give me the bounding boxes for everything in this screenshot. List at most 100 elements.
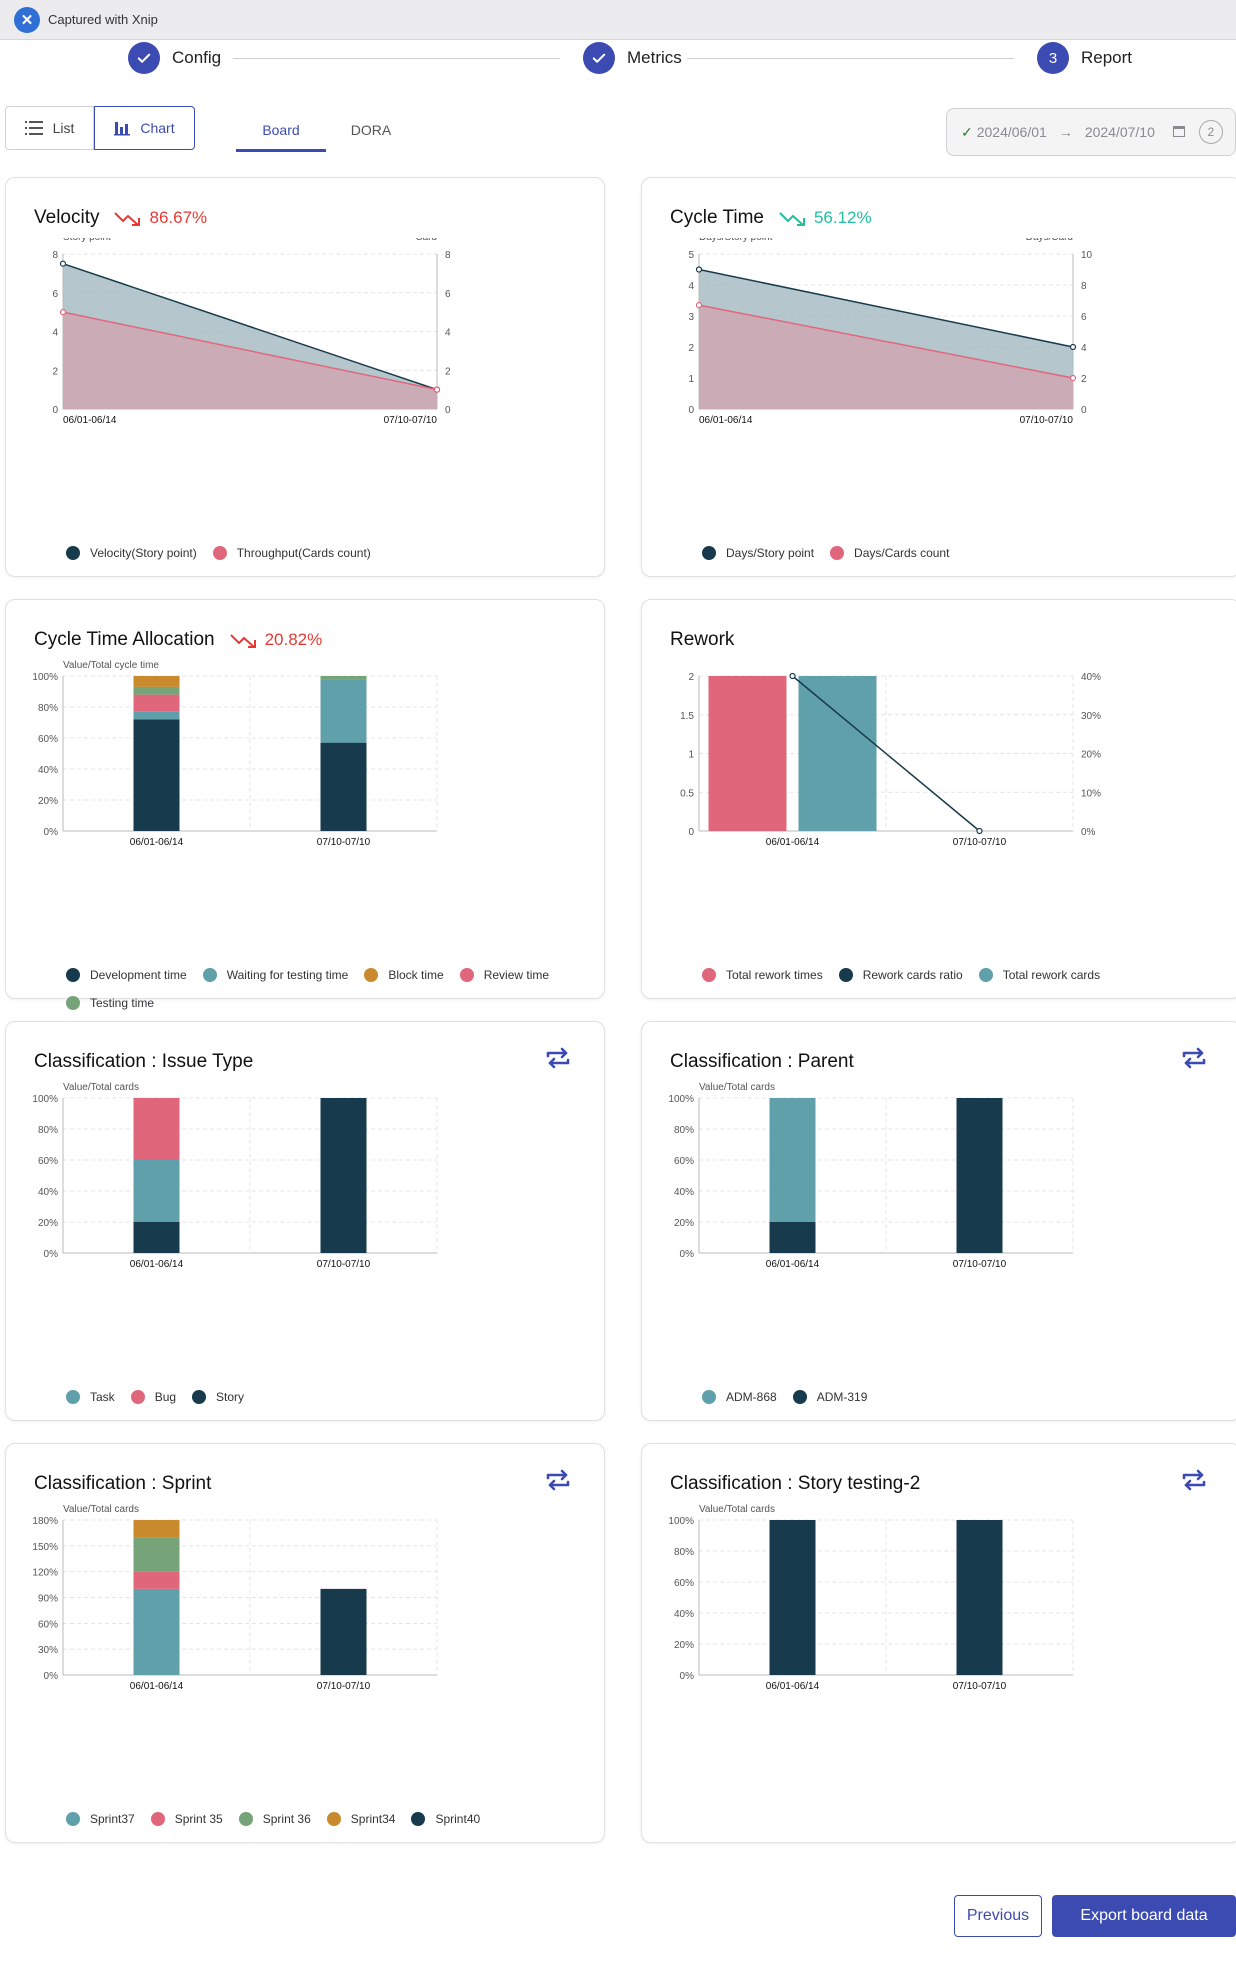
legend-item[interactable]: Testing time — [66, 995, 154, 1011]
legend-item[interactable]: Throughput(Cards count) — [212, 545, 371, 561]
story-testing-chart: 0% 20% 40% 60% 80% 100% Value/Total cards 06/01… — [668, 1504, 1074, 1692]
legend-item[interactable]: Sprint34 — [326, 1811, 395, 1827]
bar-segment — [320, 679, 367, 743]
report-tabs: Board DORA — [236, 110, 416, 152]
list-icon — [24, 121, 43, 135]
trend-down-icon — [114, 212, 141, 226]
trend-indicator: 86.67% — [113, 208, 207, 228]
legend-item[interactable]: Rework cards ratio — [838, 967, 963, 983]
legend-swatch — [792, 1390, 807, 1404]
x-tick-label: 07/10-07/10 — [317, 1681, 371, 1692]
parent-chart: 0% 20% 40% 60% 80% 100% Value/Total cards 06/01… — [668, 1082, 1074, 1270]
y-tick-label: 20% — [38, 1218, 58, 1229]
x-tick-label: 06/01-06/14 — [130, 1681, 184, 1692]
legend-item[interactable]: Sprint37 — [66, 1811, 135, 1827]
legend-item[interactable]: Total rework times — [702, 967, 823, 983]
y-right-tick-label: 10% — [1081, 788, 1101, 799]
previous-button[interactable]: Previous — [954, 1895, 1042, 1937]
chart-view-label: Chart — [140, 120, 175, 136]
check-icon — [583, 42, 615, 74]
step-config[interactable]: Config — [128, 42, 221, 74]
y-tick-label: 40% — [38, 1187, 58, 1198]
legend-label: Sprint37 — [90, 1812, 135, 1826]
bar-segment — [133, 1520, 180, 1538]
data-point — [789, 672, 796, 680]
step-connector — [687, 58, 1014, 59]
switch-chart-icon[interactable] — [1178, 1464, 1210, 1496]
legend-item[interactable]: Review time — [459, 967, 549, 983]
legend-item[interactable]: Total rework cards — [978, 967, 1100, 983]
bar-segment — [956, 1098, 1003, 1253]
legend-swatch — [150, 1812, 165, 1826]
legend-item[interactable]: ADM-319 — [792, 1389, 867, 1405]
chart-legend: Sprint37 Sprint 35 Sprint 36 Sprint34 Sprint… — [66, 1811, 496, 1839]
date-range-count-badge[interactable]: 2 — [1198, 120, 1223, 144]
bar — [708, 676, 787, 831]
y-axis-label: Value/Total cards — [63, 1082, 139, 1093]
y-right-tick-label: 6 — [1081, 312, 1087, 323]
legend-label: Sprint40 — [435, 1812, 481, 1826]
report-page: Config Metrics 3 Report List Chart Board… — [0, 40, 1236, 1963]
y-tick-label: 180% — [32, 1516, 58, 1527]
x-tick-label: 07/10-07/10 — [953, 837, 1007, 848]
tab-dora[interactable]: DORA — [326, 110, 416, 150]
step-metrics[interactable]: Metrics — [583, 42, 682, 74]
export-board-data-button[interactable]: Export board data — [1052, 1895, 1236, 1937]
x-tick-label: 07/10-07/10 — [953, 1259, 1007, 1270]
y-tick-label: 5 — [688, 250, 694, 261]
y-axis-label: Days/Story point — [699, 238, 773, 243]
legend-item[interactable]: Days/Cards count — [830, 545, 949, 561]
tab-board[interactable]: Board — [236, 110, 326, 152]
step-report[interactable]: 3 Report — [1037, 42, 1132, 74]
trend-value: 86.67% — [149, 208, 208, 227]
trend-down-icon — [779, 212, 805, 226]
y-tick-label: 1 — [688, 374, 694, 385]
legend-item[interactable]: Development time — [66, 967, 187, 983]
legend-item[interactable]: Velocity(Story point) — [66, 545, 197, 561]
y-tick-label: 0 — [688, 405, 694, 416]
legend-swatch — [702, 546, 716, 560]
legend-swatch — [238, 1812, 253, 1826]
legend-swatch — [66, 968, 80, 982]
y-right-tick-label: 4 — [445, 328, 451, 339]
list-view-label: List — [52, 120, 75, 136]
legend-swatch — [66, 1812, 80, 1826]
y-tick-label: 60% — [674, 1156, 694, 1167]
y-tick-label: 2 — [52, 366, 58, 377]
switch-chart-icon[interactable] — [542, 1464, 574, 1496]
legend-swatch — [212, 546, 227, 560]
legend-item[interactable]: ADM-868 — [702, 1389, 777, 1405]
legend-item[interactable]: Story — [192, 1389, 244, 1405]
switch-chart-icon[interactable] — [1178, 1042, 1210, 1074]
switch-chart-icon[interactable] — [542, 1042, 574, 1074]
bar-segment — [133, 1571, 180, 1589]
bar-segment — [133, 1588, 180, 1675]
y-axis-label: Value/Total cards — [699, 1082, 775, 1093]
end-date: 2024/07/10 — [1084, 124, 1155, 140]
legend-label: Days/Story point — [726, 546, 815, 560]
legend-item[interactable]: Sprint 35 — [150, 1811, 223, 1827]
bar-segment — [320, 742, 367, 831]
legend-swatch — [459, 968, 474, 982]
y-axis-label: Value/Total cards — [699, 1504, 775, 1515]
x-tick-label: 07/10-07/10 — [317, 837, 371, 848]
legend-item[interactable]: Waiting for testing time — [202, 967, 348, 983]
y-axis-label: Value/Total cycle time — [63, 660, 159, 671]
legend-swatch — [66, 996, 80, 1010]
list-view-button[interactable]: List — [5, 106, 94, 150]
y-right-tick-label: 0 — [445, 405, 451, 416]
legend-item[interactable]: Bug — [130, 1389, 176, 1405]
chart-view-button[interactable]: Chart — [94, 106, 195, 150]
date-range-selector[interactable]: ✓ 2024/06/01 → 2024/07/10 2 — [946, 108, 1236, 156]
legend-item[interactable]: Task — [66, 1389, 115, 1405]
legend-item[interactable]: Days/Story point — [702, 545, 814, 561]
xnip-logo-icon: ✕ — [14, 6, 40, 33]
legend-item[interactable]: Block time — [364, 967, 444, 983]
calendar-icon[interactable] — [1172, 124, 1185, 140]
parent-card: Classification : Parent 0% 20% 40% 60% 80% 10… — [641, 1021, 1236, 1421]
x-tick-label: 06/01-06/14 — [63, 415, 117, 426]
bar-segment — [320, 676, 367, 680]
legend-item[interactable]: Sprint40 — [411, 1811, 480, 1827]
legend-item[interactable]: Sprint 36 — [238, 1811, 311, 1827]
y-tick-label: 40% — [674, 1609, 694, 1620]
